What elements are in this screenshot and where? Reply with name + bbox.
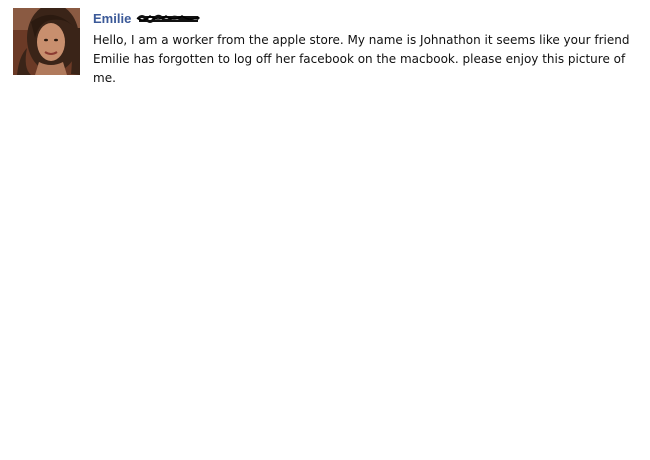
profile-photo-icon [13, 8, 80, 75]
scribbled-surname-icon [136, 13, 201, 24]
author-row: Emilie [93, 10, 638, 27]
post-message: Hello, I am a worker from the apple stor… [93, 33, 630, 85]
author-name-link[interactable]: Emilie [93, 11, 131, 26]
avatar[interactable] [13, 8, 80, 75]
news-feed-post: Emilie Hello, I am a worker from the app… [13, 8, 643, 88]
post-content: Emilie Hello, I am a worker from the app… [93, 8, 638, 88]
